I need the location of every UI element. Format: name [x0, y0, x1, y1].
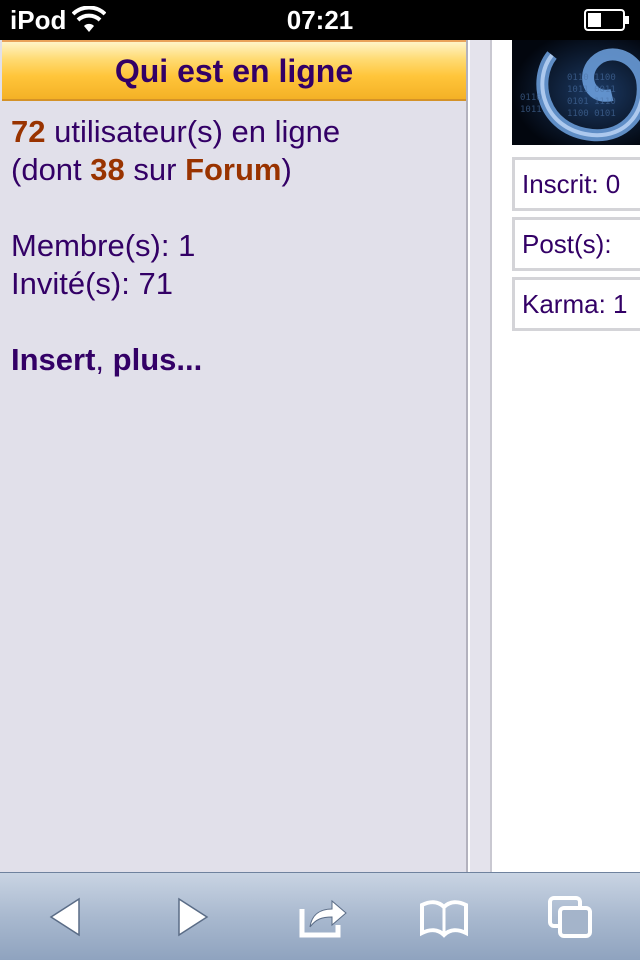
panel-divider: [470, 40, 492, 872]
back-button[interactable]: [25, 873, 105, 960]
tabs-button[interactable]: [531, 873, 611, 960]
profile-panel: 0110 1100 1011 0011 0101 1110 1100 0101 …: [494, 40, 640, 872]
users-online-line: 72 utilisateur(s) en ligne: [11, 113, 461, 151]
users-text: utilisateur(s) en ligne: [45, 114, 341, 149]
browser-toolbar: [0, 872, 640, 960]
who-online-content: 72 utilisateur(s) en ligne (dont 38 sur …: [11, 113, 461, 379]
who-online-title: Qui est en ligne: [114, 53, 354, 89]
svg-text:1011: 1011: [520, 105, 542, 115]
members-count: Membre(s): 1: [11, 228, 196, 263]
karma-label: Karma: 1: [522, 289, 628, 319]
tabs-icon: [548, 896, 592, 938]
registered-box: Inscrit: 0: [512, 157, 640, 211]
share-button[interactable]: [284, 873, 364, 960]
dont-close-text: ): [281, 152, 292, 187]
more-link[interactable]: plus...: [113, 342, 203, 377]
forum-count: 38: [90, 152, 125, 187]
svg-text:1100 0101: 1100 0101: [567, 109, 616, 119]
posts-label: Post(s):: [522, 229, 612, 259]
who-online-panel: Qui est en ligne 72 utilisateur(s) en li…: [0, 40, 468, 872]
list-separator: ,: [95, 342, 113, 377]
forward-button[interactable]: [153, 873, 233, 960]
clock: 07:21: [286, 5, 354, 35]
svg-text:0101 1110: 0101 1110: [567, 97, 616, 107]
share-icon: [299, 899, 347, 938]
svg-text:1011 0011: 1011 0011: [567, 85, 616, 95]
sur-text: sur: [124, 152, 186, 187]
svg-text:0110 1100: 0110 1100: [567, 73, 616, 83]
dont-open-text: (dont: [11, 152, 91, 187]
member-link-insert[interactable]: Insert: [11, 342, 95, 377]
avatar-image: 0110 1100 1011 0011 0101 1110 1100 0101 …: [512, 40, 640, 145]
users-count: 72: [11, 114, 46, 149]
bookmarks-button[interactable]: [404, 873, 484, 960]
guests-count: Invité(s): 71: [11, 266, 173, 301]
karma-box: Karma: 1: [512, 277, 640, 331]
who-online-header: Qui est en ligne: [2, 40, 466, 101]
svg-text:0110: 0110: [520, 93, 542, 103]
back-icon: [49, 897, 80, 937]
forum-link[interactable]: Forum: [185, 152, 281, 187]
online-members-list: Insert, plus...: [11, 341, 461, 379]
bookmarks-icon: [420, 900, 468, 938]
posts-box: Post(s):: [512, 217, 640, 271]
forum-online-line: (dont 38 sur Forum): [11, 151, 461, 189]
status-bar: iPod 07:21: [0, 0, 640, 40]
avatar[interactable]: 0110 1100 1011 0011 0101 1110 1100 0101 …: [512, 40, 640, 145]
registered-label: Inscrit: 0: [522, 169, 621, 199]
forward-icon: [178, 897, 209, 937]
battery-icon: [584, 9, 629, 31]
